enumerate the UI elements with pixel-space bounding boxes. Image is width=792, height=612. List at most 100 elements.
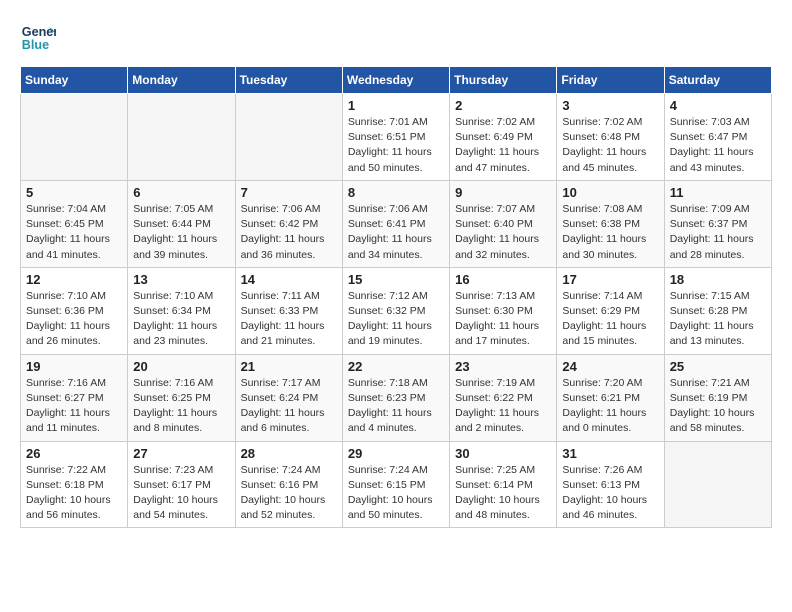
day-number: 29 — [348, 446, 444, 461]
calendar-cell: 20 Sunrise: 7:16 AM Sunset: 6:25 PM Dayli… — [128, 354, 235, 441]
header-tuesday: Tuesday — [235, 67, 342, 94]
calendar-cell — [664, 441, 771, 528]
calendar-cell: 7Sunrise: 7:06 AM Sunset: 6:42 PM Daylig… — [235, 180, 342, 267]
day-number: 27 — [133, 446, 229, 461]
day-info: Sunrise: 7:15 AM Sunset: 6:28 PM Dayligh… — [670, 289, 766, 350]
calendar-cell: 27 Sunrise: 7:23 AM Sunset: 6:17 PM Dayli… — [128, 441, 235, 528]
day-info: Sunrise: 7:18 AM Sunset: 6:23 PM Dayligh… — [348, 376, 444, 437]
calendar-cell: 14 Sunrise: 7:11 AM Sunset: 6:33 PM Dayli… — [235, 267, 342, 354]
calendar-cell — [21, 94, 128, 181]
day-info: Sunrise: 7:16 AM Sunset: 6:25 PM Dayligh… — [133, 376, 229, 437]
calendar-cell: 11Sunrise: 7:09 AM Sunset: 6:37 PM Dayli… — [664, 180, 771, 267]
calendar-cell: 2 Sunrise: 7:02 AM Sunset: 6:49 PM Daylig… — [450, 94, 557, 181]
day-info: Sunrise: 7:02 AM Sunset: 6:48 PM Dayligh… — [562, 115, 658, 176]
day-info: Sunrise: 7:21 AM Sunset: 6:19 PM Dayligh… — [670, 376, 766, 437]
day-info: Sunrise: 7:04 AM Sunset: 6:45 PM Dayligh… — [26, 202, 122, 263]
logo-icon: General Blue — [20, 20, 56, 56]
calendar-cell: 6 Sunrise: 7:05 AM Sunset: 6:44 PM Daylig… — [128, 180, 235, 267]
day-number: 7 — [241, 185, 337, 200]
calendar-cell: 18 Sunrise: 7:15 AM Sunset: 6:28 PM Dayli… — [664, 267, 771, 354]
day-info: Sunrise: 7:16 AM Sunset: 6:27 PM Dayligh… — [26, 376, 122, 437]
day-number: 30 — [455, 446, 551, 461]
day-number: 5 — [26, 185, 122, 200]
day-info: Sunrise: 7:17 AM Sunset: 6:24 PM Dayligh… — [241, 376, 337, 437]
day-number: 26 — [26, 446, 122, 461]
day-number: 28 — [241, 446, 337, 461]
day-number: 8 — [348, 185, 444, 200]
calendar-cell: 3 Sunrise: 7:02 AM Sunset: 6:48 PM Daylig… — [557, 94, 664, 181]
day-info: Sunrise: 7:03 AM Sunset: 6:47 PM Dayligh… — [670, 115, 766, 176]
day-info: Sunrise: 7:02 AM Sunset: 6:49 PM Dayligh… — [455, 115, 551, 176]
day-number: 1 — [348, 98, 444, 113]
page-header: General Blue — [20, 20, 772, 56]
day-info: Sunrise: 7:14 AM Sunset: 6:29 PM Dayligh… — [562, 289, 658, 350]
day-number: 4 — [670, 98, 766, 113]
day-number: 6 — [133, 185, 229, 200]
calendar-cell: 26 Sunrise: 7:22 AM Sunset: 6:18 PM Dayli… — [21, 441, 128, 528]
day-number: 25 — [670, 359, 766, 374]
week-row-4: 19 Sunrise: 7:16 AM Sunset: 6:27 PM Dayli… — [21, 354, 772, 441]
calendar-cell — [128, 94, 235, 181]
header-sunday: Sunday — [21, 67, 128, 94]
day-info: Sunrise: 7:06 AM Sunset: 6:41 PM Dayligh… — [348, 202, 444, 263]
day-number: 14 — [241, 272, 337, 287]
day-number: 16 — [455, 272, 551, 287]
day-info: Sunrise: 7:23 AM Sunset: 6:17 PM Dayligh… — [133, 463, 229, 524]
calendar-cell: 17 Sunrise: 7:14 AM Sunset: 6:29 PM Dayli… — [557, 267, 664, 354]
day-info: Sunrise: 7:01 AM Sunset: 6:51 PM Dayligh… — [348, 115, 444, 176]
day-info: Sunrise: 7:25 AM Sunset: 6:14 PM Dayligh… — [455, 463, 551, 524]
week-row-2: 5 Sunrise: 7:04 AM Sunset: 6:45 PM Daylig… — [21, 180, 772, 267]
day-number: 18 — [670, 272, 766, 287]
header-saturday: Saturday — [664, 67, 771, 94]
day-info: Sunrise: 7:20 AM Sunset: 6:21 PM Dayligh… — [562, 376, 658, 437]
day-info: Sunrise: 7:12 AM Sunset: 6:32 PM Dayligh… — [348, 289, 444, 350]
day-info: Sunrise: 7:09 AM Sunset: 6:37 PM Dayligh… — [670, 202, 766, 263]
day-number: 2 — [455, 98, 551, 113]
calendar-cell: 23 Sunrise: 7:19 AM Sunset: 6:22 PM Dayli… — [450, 354, 557, 441]
week-row-3: 12 Sunrise: 7:10 AM Sunset: 6:36 PM Dayli… — [21, 267, 772, 354]
header-monday: Monday — [128, 67, 235, 94]
day-info: Sunrise: 7:26 AM Sunset: 6:13 PM Dayligh… — [562, 463, 658, 524]
calendar-cell — [235, 94, 342, 181]
day-info: Sunrise: 7:05 AM Sunset: 6:44 PM Dayligh… — [133, 202, 229, 263]
day-number: 3 — [562, 98, 658, 113]
calendar-cell: 24 Sunrise: 7:20 AM Sunset: 6:21 PM Dayli… — [557, 354, 664, 441]
calendar-cell: 10Sunrise: 7:08 AM Sunset: 6:38 PM Dayli… — [557, 180, 664, 267]
day-info: Sunrise: 7:11 AM Sunset: 6:33 PM Dayligh… — [241, 289, 337, 350]
calendar-cell: 31Sunrise: 7:26 AM Sunset: 6:13 PM Dayli… — [557, 441, 664, 528]
svg-text:Blue: Blue — [22, 38, 49, 52]
day-info: Sunrise: 7:22 AM Sunset: 6:18 PM Dayligh… — [26, 463, 122, 524]
day-info: Sunrise: 7:08 AM Sunset: 6:38 PM Dayligh… — [562, 202, 658, 263]
day-number: 12 — [26, 272, 122, 287]
week-row-5: 26 Sunrise: 7:22 AM Sunset: 6:18 PM Dayli… — [21, 441, 772, 528]
calendar-cell: 8 Sunrise: 7:06 AM Sunset: 6:41 PM Daylig… — [342, 180, 449, 267]
calendar-cell: 19 Sunrise: 7:16 AM Sunset: 6:27 PM Dayli… — [21, 354, 128, 441]
calendar-cell: 16Sunrise: 7:13 AM Sunset: 6:30 PM Dayli… — [450, 267, 557, 354]
day-number: 13 — [133, 272, 229, 287]
calendar-cell: 21Sunrise: 7:17 AM Sunset: 6:24 PM Dayli… — [235, 354, 342, 441]
week-row-1: 1 Sunrise: 7:01 AM Sunset: 6:51 PM Daylig… — [21, 94, 772, 181]
day-info: Sunrise: 7:24 AM Sunset: 6:16 PM Dayligh… — [241, 463, 337, 524]
header-friday: Friday — [557, 67, 664, 94]
calendar-table: SundayMondayTuesdayWednesdayThursdayFrid… — [20, 66, 772, 528]
calendar-header-row: SundayMondayTuesdayWednesdayThursdayFrid… — [21, 67, 772, 94]
day-info: Sunrise: 7:07 AM Sunset: 6:40 PM Dayligh… — [455, 202, 551, 263]
day-number: 23 — [455, 359, 551, 374]
day-number: 17 — [562, 272, 658, 287]
day-info: Sunrise: 7:10 AM Sunset: 6:36 PM Dayligh… — [26, 289, 122, 350]
day-info: Sunrise: 7:19 AM Sunset: 6:22 PM Dayligh… — [455, 376, 551, 437]
calendar-cell: 12 Sunrise: 7:10 AM Sunset: 6:36 PM Dayli… — [21, 267, 128, 354]
day-number: 24 — [562, 359, 658, 374]
day-number: 15 — [348, 272, 444, 287]
day-info: Sunrise: 7:24 AM Sunset: 6:15 PM Dayligh… — [348, 463, 444, 524]
day-number: 19 — [26, 359, 122, 374]
day-number: 20 — [133, 359, 229, 374]
header-wednesday: Wednesday — [342, 67, 449, 94]
calendar-cell: 5 Sunrise: 7:04 AM Sunset: 6:45 PM Daylig… — [21, 180, 128, 267]
logo: General Blue — [20, 20, 56, 56]
header-thursday: Thursday — [450, 67, 557, 94]
day-number: 9 — [455, 185, 551, 200]
calendar-cell: 25 Sunrise: 7:21 AM Sunset: 6:19 PM Dayli… — [664, 354, 771, 441]
calendar-cell: 15 Sunrise: 7:12 AM Sunset: 6:32 PM Dayli… — [342, 267, 449, 354]
calendar-cell: 4 Sunrise: 7:03 AM Sunset: 6:47 PM Daylig… — [664, 94, 771, 181]
